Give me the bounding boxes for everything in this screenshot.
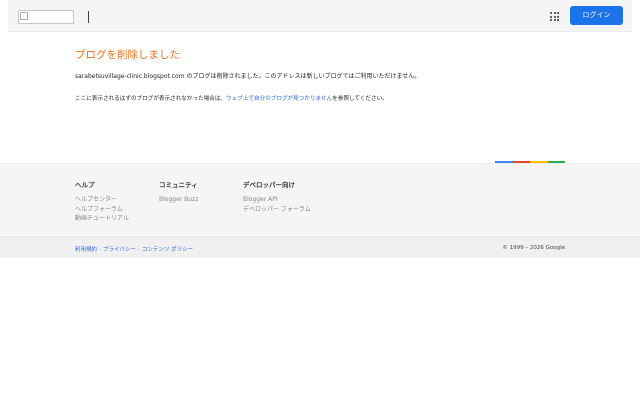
footer-column-help: ヘルプ ヘルプセンター ヘルプフォーラム 動画チュートリアル <box>75 179 129 224</box>
help-message: ここに表示されるはずのブログが表示されなかった場合は、ウェブ上で自分のブログが見… <box>75 94 388 102</box>
top-header: ログイン <box>8 0 632 32</box>
footer-link-video-tutorials[interactable]: 動画チュートリアル <box>75 214 129 224</box>
login-button[interactable]: ログイン <box>570 6 623 25</box>
footer-heading-community: コミュニティ <box>159 181 198 189</box>
page-title: ブログを削除しました <box>75 49 180 61</box>
privacy-link[interactable]: プライバシー <box>103 247 136 253</box>
apps-grid-icon[interactable] <box>550 12 559 21</box>
header-divider <box>88 11 89 23</box>
content-policy-link[interactable]: コンテンツ ポリシー <box>142 247 193 253</box>
footer-link-help-center[interactable]: ヘルプセンター <box>75 195 129 205</box>
deleted-message: sarabetsuvillage-clinic.blogspot.com のブロ… <box>75 71 420 80</box>
broken-image-icon <box>20 12 28 20</box>
footer-link-blogger-buzz[interactable]: Blogger Buzz <box>159 195 198 205</box>
deleted-message-text: のブログは削除されました。このアドレスは新しいブログではご利用いただけません。 <box>184 73 421 80</box>
blog-domain: sarabetsuvillage-clinic.blogspot.com <box>75 73 185 80</box>
footer-link-blogger-api[interactable]: Blogger API <box>243 195 315 205</box>
help-text-before: ここに表示されるはずのブログが表示されなかった場合は、 <box>75 96 227 102</box>
footer-column-developers: デベロッパー向け Blogger API デベロッパー フォーラム <box>243 179 315 214</box>
find-blog-help-link[interactable]: ウェブ上で自分のブログが見つかりません <box>226 96 332 102</box>
footer-column-community: コミュニティ Blogger Buzz <box>159 179 198 205</box>
blogger-logo-image[interactable] <box>18 10 74 24</box>
footer-link-developer-forum[interactable]: デベロッパー フォーラム <box>243 205 315 215</box>
footer-heading-developers: デベロッパー向け <box>243 181 295 189</box>
footer: ヘルプ ヘルプセンター ヘルプフォーラム 動画チュートリアル コミュニティ Bl… <box>0 163 640 235</box>
terms-link[interactable]: 利用規約 <box>75 247 97 253</box>
copyright: © 1999 – 2026 Google <box>502 245 565 251</box>
legal-footer: 利用規約 - プライバシー - コンテンツ ポリシー © 1999 – 2026 Goo… <box>0 236 640 258</box>
help-text-after: を参照してください。 <box>332 96 388 102</box>
legal-links: 利用規約 - プライバシー - コンテンツ ポリシー <box>75 245 193 253</box>
footer-link-help-forum[interactable]: ヘルプフォーラム <box>75 205 129 215</box>
footer-heading-help: ヘルプ <box>75 181 95 189</box>
